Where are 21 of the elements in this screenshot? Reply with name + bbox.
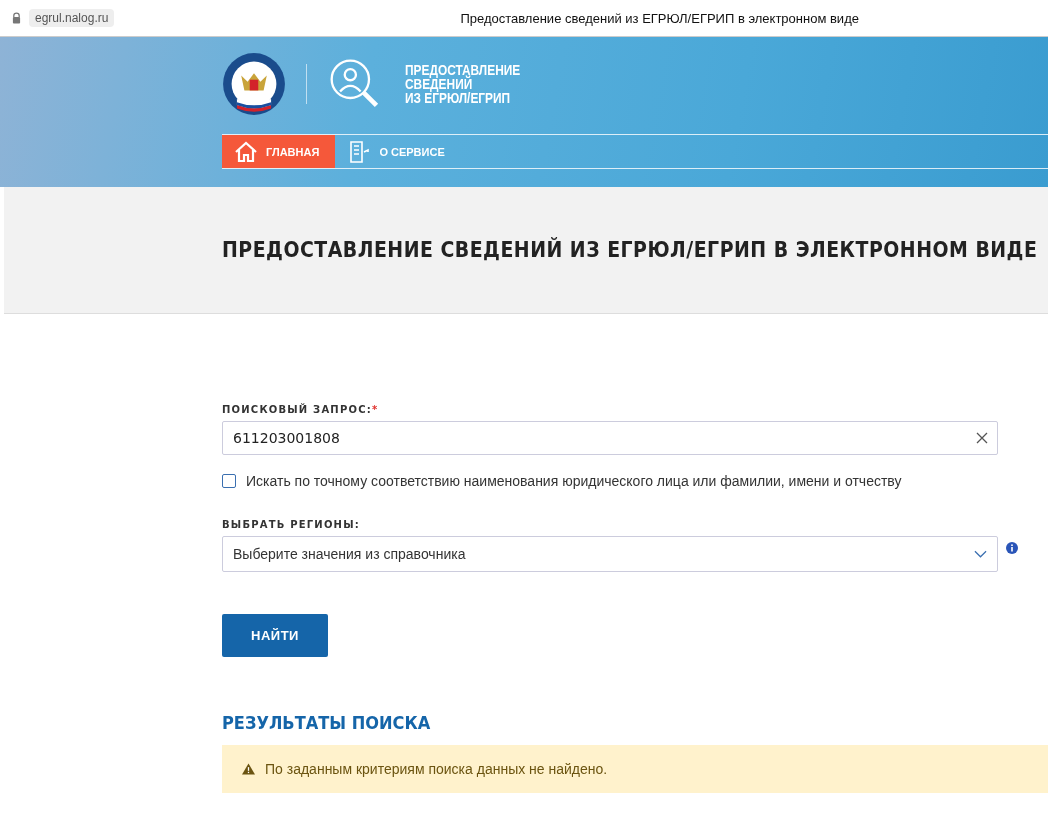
checkbox[interactable]: [222, 474, 236, 488]
service-title: ПРЕДОСТАВЛЕНИЕ СВЕДЕНИЙ ИЗ ЕГРЮЛ/ЕГРИП: [405, 63, 521, 105]
alert-message: По заданным критериям поиска данных не найдено.: [265, 761, 608, 777]
clear-icon[interactable]: [976, 432, 988, 444]
home-icon: [234, 139, 258, 164]
field-label: ПОИСКОВЫЙ ЗАПРОС:*: [222, 404, 379, 415]
emblem-icon: [222, 52, 286, 116]
page-title: ПРЕДОСТАВЛЕНИЕ СВЕДЕНИЙ ИЗ ЕГРЮЛ/ЕГРИП В ЭЛЕКТРОННОМ ВИДЕ: [222, 238, 1038, 262]
region-dropdown[interactable]: Выберите значения из справочника: [222, 536, 998, 572]
lock-icon: [12, 12, 21, 24]
checkbox-label: Искать по точному соответствию наименования юридического лица или фамилии, имени и отчеству: [246, 473, 902, 489]
address-bar[interactable]: egrul.nalog.ru: [29, 9, 115, 27]
results-title: РЕЗУЛЬТАТЫ ПОИСКА: [222, 712, 431, 733]
field-label: ВЫБРАТЬ РЕГИОНЫ:: [222, 519, 360, 530]
search-field[interactable]: 611203001808: [222, 421, 998, 455]
page-tab-title: Предоставление сведений из ЕГРЮЛ/ЕГРИП в электронном виде: [460, 10, 859, 26]
search-button[interactable]: НАЙТИ: [222, 614, 328, 657]
chevron-down-icon: [974, 550, 987, 558]
info-icon[interactable]: [1006, 542, 1018, 554]
document-icon: [347, 139, 372, 164]
warning-icon: [242, 763, 255, 775]
